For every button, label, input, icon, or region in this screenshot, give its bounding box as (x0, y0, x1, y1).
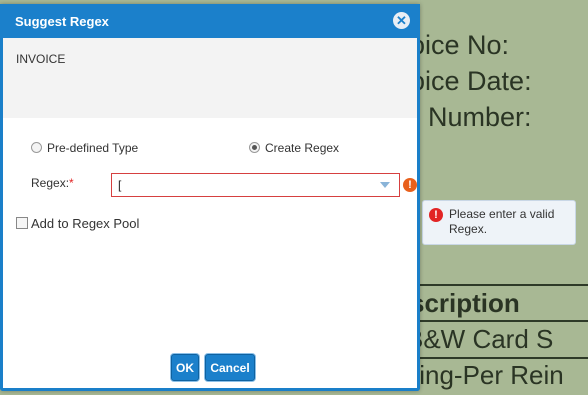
preview-text: INVOICE (16, 52, 66, 66)
error-icon: ! (429, 208, 443, 222)
ok-button[interactable]: OK (171, 354, 199, 381)
doc-rule (400, 357, 588, 359)
add-to-pool-checkbox[interactable]: Add to Regex Pool (16, 216, 139, 231)
dialog-title: Suggest Regex (15, 14, 109, 29)
checkbox-icon[interactable] (16, 217, 28, 229)
error-icon: ! (403, 178, 417, 192)
close-icon[interactable]: ✕ (393, 12, 410, 29)
doc-line: ting-Per Rein (412, 360, 564, 390)
regex-label: Regex:* (31, 176, 74, 190)
doc-line: oice No: (410, 30, 510, 60)
doc-line: oice Date: (410, 66, 532, 96)
suggest-regex-dialog: Suggest Regex ✕ INVOICE Pre-defined Type… (0, 4, 420, 391)
checkbox-label: Add to Regex Pool (31, 216, 140, 231)
dialog-header: Suggest Regex ✕ (0, 4, 420, 38)
regex-label-text: Regex: (31, 176, 70, 190)
dropdown-caret-icon[interactable] (380, 182, 390, 188)
required-marker: * (69, 176, 74, 190)
cancel-button[interactable]: Cancel (205, 354, 255, 381)
doc-line: Number: (428, 102, 532, 132)
doc-line: scription (410, 288, 520, 318)
predefined-type-radio[interactable]: Pre-defined Type (31, 141, 138, 155)
radio-button-checked-icon[interactable] (249, 142, 260, 153)
validation-tooltip: ! Please enter a valid Regex. (422, 200, 576, 245)
preview-area: INVOICE (3, 38, 417, 118)
radio-label: Create Regex (265, 141, 340, 155)
regex-input[interactable] (111, 173, 400, 197)
radio-label: Pre-defined Type (47, 141, 139, 155)
doc-rule (400, 284, 588, 286)
doc-line: B&W Card S (406, 324, 554, 354)
radio-button-icon[interactable] (31, 142, 42, 153)
tooltip-text: Please enter a valid Regex. (449, 207, 555, 236)
doc-rule (400, 320, 588, 322)
create-regex-radio[interactable]: Create Regex (249, 141, 339, 155)
